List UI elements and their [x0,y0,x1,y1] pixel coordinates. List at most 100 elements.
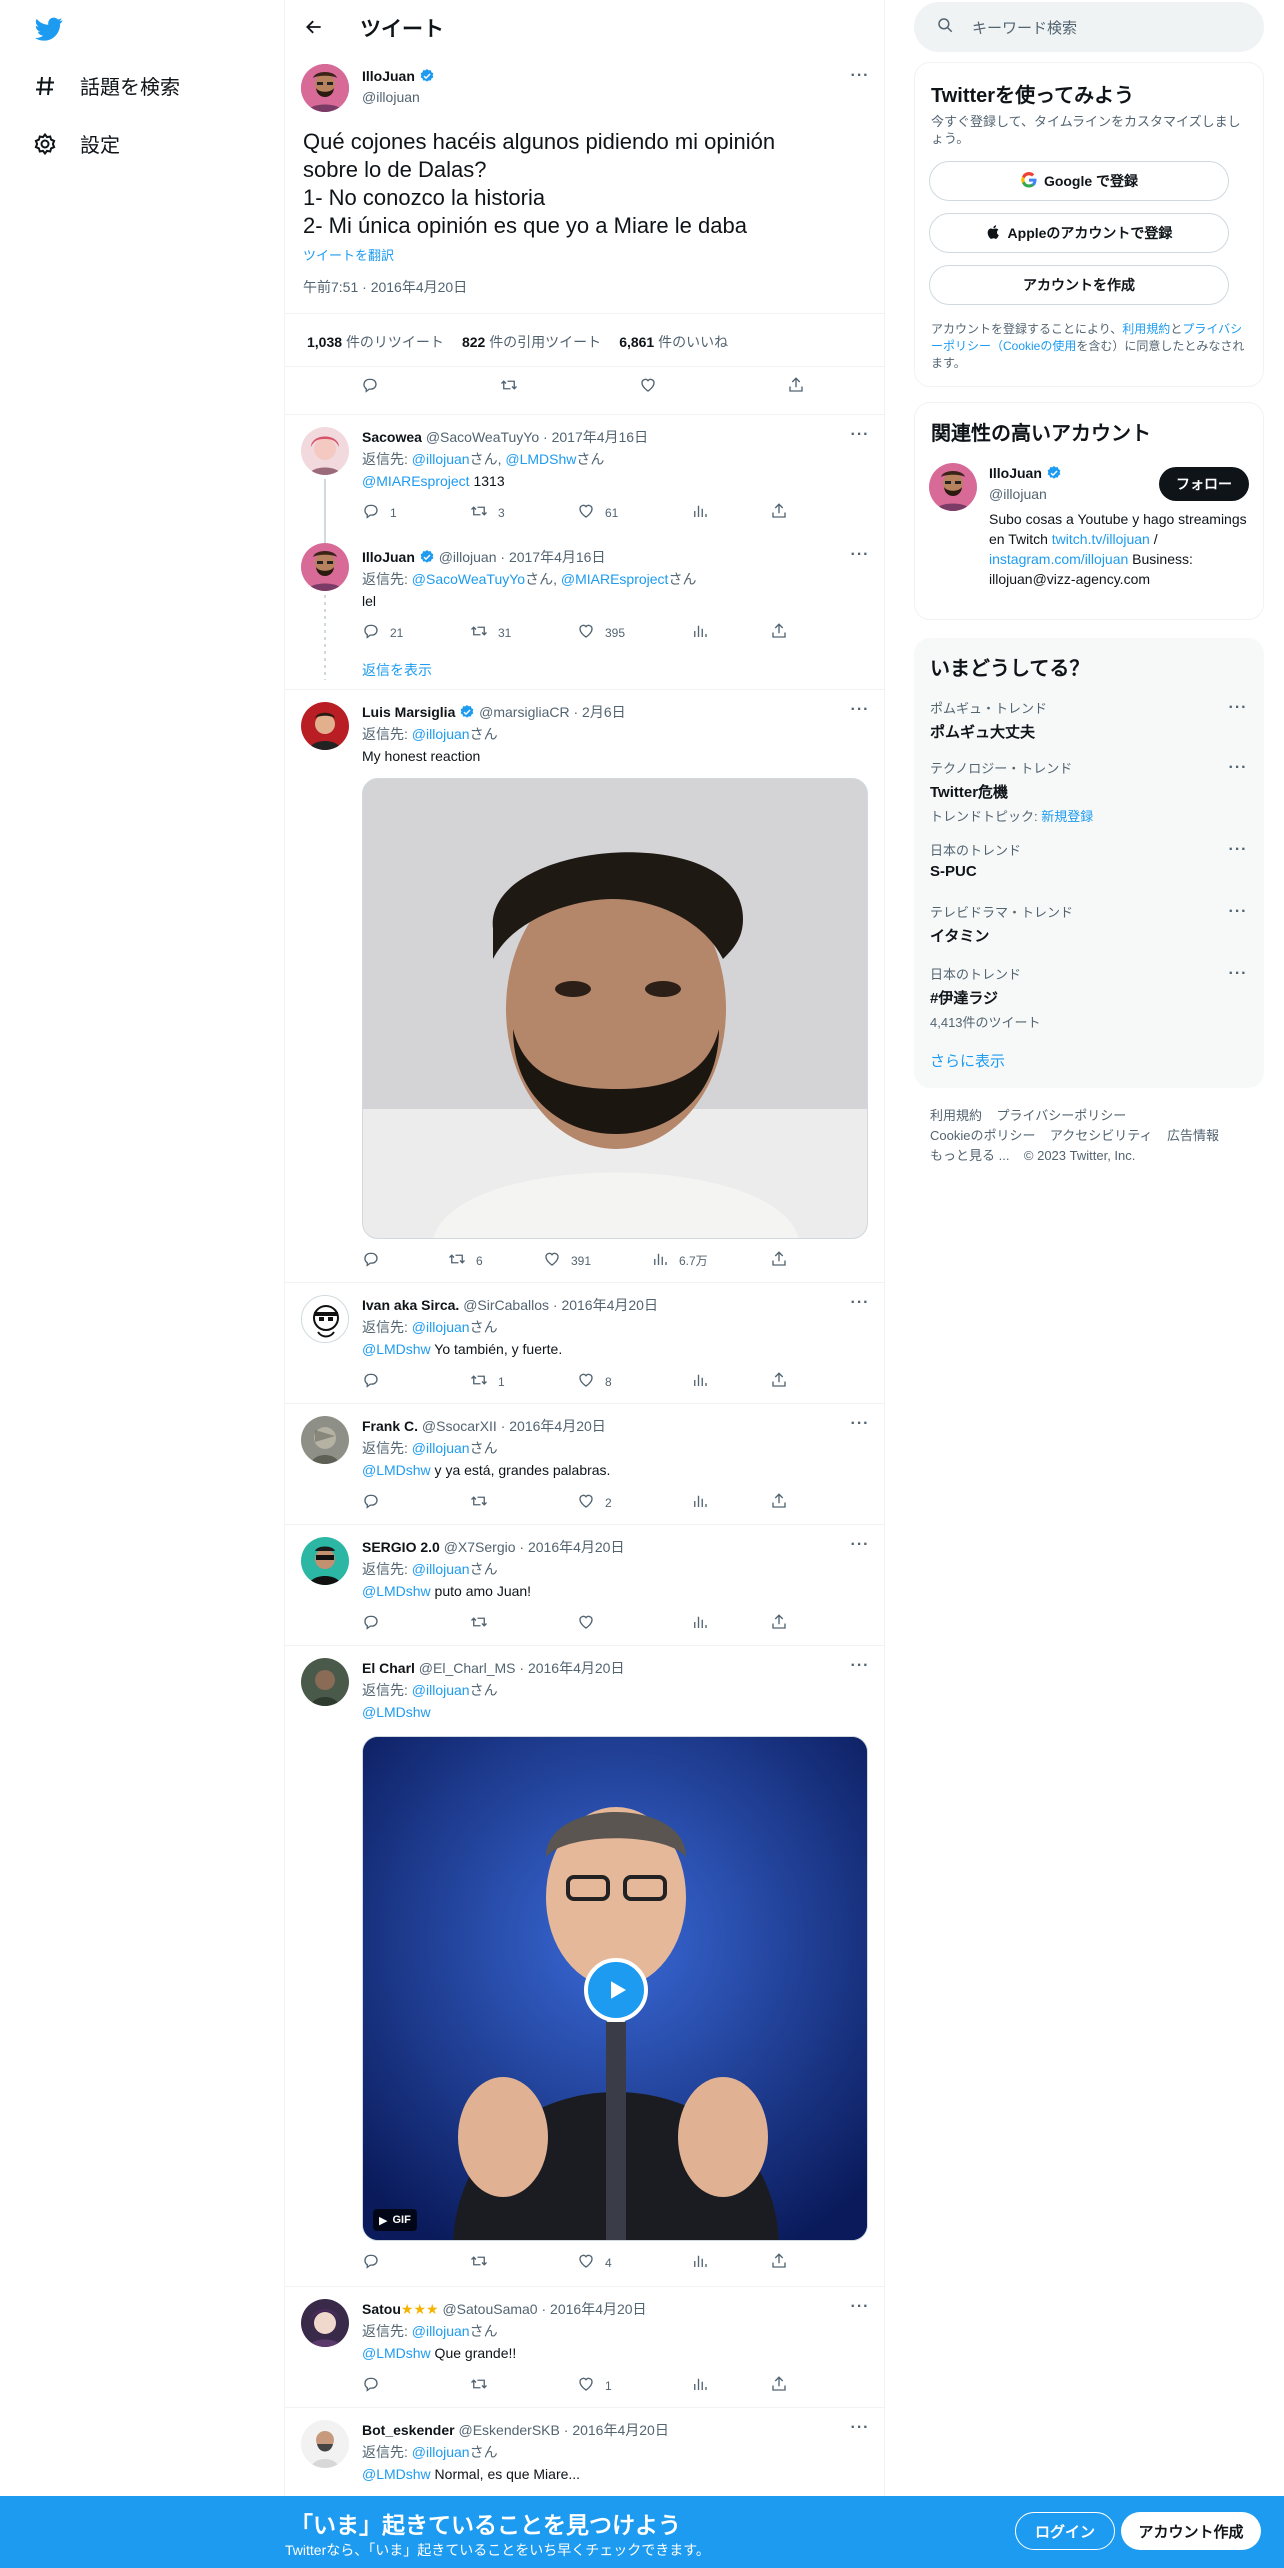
reply-date[interactable]: 2017年4月16日 [509,549,606,565]
related-account-name-row[interactable]: IlloJuan [989,465,1062,481]
mention-link[interactable]: @illojuan [412,726,470,742]
create-account-button[interactable]: アカウントを作成 [929,265,1229,305]
retweet-button[interactable] [470,1613,488,1634]
back-arrow-icon[interactable] [301,14,327,40]
more-options-icon[interactable]: ··· [1226,904,1250,926]
like-count[interactable]: 6,861 件のいいね [619,332,728,352]
mention-link[interactable]: @LMDshw [362,2466,431,2482]
reply-tweet[interactable]: Bot_eskender @EskenderSKB · 2016年4月20日 ·… [285,2408,885,2496]
reply-author-name[interactable]: Luis Marsiglia [362,704,455,720]
like-button[interactable]: 395 [577,622,625,643]
avatar[interactable] [301,427,349,475]
avatar[interactable] [301,1416,349,1464]
reply-tweet[interactable]: Sacowea @SacoWeaTuyYo · 2017年4月16日 ··· 返… [285,415,885,574]
share-button[interactable] [770,502,788,523]
mention-link[interactable]: @illojuan [412,1319,470,1335]
reply-button[interactable] [362,1613,380,1634]
show-more-trends-link[interactable]: さらに表示 [930,1050,1005,1071]
reply-button[interactable] [362,1492,380,1513]
reply-author-name[interactable]: Sacowea [362,429,422,445]
more-options-icon[interactable]: ··· [848,1295,872,1317]
views-button[interactable] [691,2375,709,2396]
share-button[interactable] [770,1492,788,1513]
more-options-icon[interactable]: ··· [848,1416,872,1438]
mention-link[interactable]: @LMDshw [362,1583,431,1599]
related-account-handle[interactable]: @illojuan [989,486,1047,502]
views-button[interactable] [691,622,709,643]
mention-link[interactable]: @LMDshw [362,1704,431,1720]
reply-date[interactable]: 2016年4月20日 [572,2422,669,2438]
reply-date[interactable]: 2016年4月20日 [509,1418,606,1434]
avatar[interactable] [301,1658,349,1706]
reply-date[interactable]: 2月6日 [582,704,626,720]
author-name-row[interactable]: IlloJuan [362,68,435,84]
reply-author-name[interactable]: SERGIO 2.0 [362,1539,440,1555]
reply-photo[interactable] [362,778,868,1239]
footer-link-ads-info[interactable]: 広告情報 [1167,1128,1219,1143]
reply-author-handle[interactable]: @SacoWeaTuyYo [426,429,539,445]
reply-tweet[interactable]: SERGIO 2.0 @X7Sergio · 2016年4月20日 ··· 返信… [285,1525,885,1645]
share-button[interactable] [770,2252,788,2273]
avatar[interactable] [301,1295,349,1343]
mention-link[interactable]: @LMDshw [362,1341,431,1357]
retweet-button[interactable] [470,1492,488,1513]
avatar[interactable] [301,702,349,750]
share-button[interactable] [770,1613,788,1634]
mention-link[interactable]: @MIAREsproject [561,571,669,587]
play-button-icon[interactable] [584,1958,648,2022]
views-button[interactable] [691,1492,709,1513]
bio-link[interactable]: instagram.com/illojuan [989,551,1128,567]
reply-tweet[interactable]: El Charl @El_Charl_MS · 2016年4月20日 ··· 返… [285,1646,885,2286]
retweet-button[interactable]: 6 [448,1250,483,1271]
more-options-icon[interactable]: ··· [848,2420,872,2442]
reply-date[interactable]: 2016年4月20日 [528,1660,625,1676]
reply-date[interactable]: 2016年4月20日 [550,2301,647,2317]
mention-link[interactable]: @illojuan [412,451,470,467]
like-button[interactable]: 1 [577,2375,612,2396]
reply-button[interactable] [362,1371,390,1392]
views-button[interactable] [691,1613,709,1634]
author-name[interactable]: IlloJuan [362,68,415,84]
reply-author-name[interactable]: IlloJuan [362,549,415,565]
bio-link[interactable]: twitch.tv/illojuan [1052,531,1150,547]
reply-author-name[interactable]: Ivan aka Sirca. [362,1297,459,1313]
mention-link[interactable]: @LMDshw [362,1462,431,1478]
nav-explore[interactable]: 話題を検索 [32,71,180,100]
more-options-icon[interactable]: ··· [1226,700,1250,722]
trend-item[interactable]: テレビドラマ・トレンド イタミン ··· [930,902,1250,946]
footer-link-more[interactable]: もっと見る ... [930,1148,1009,1163]
show-replies-link[interactable]: 返信を表示 [362,660,432,680]
follow-button[interactable]: フォロー [1159,467,1249,501]
views-button[interactable]: 6.7万 [651,1250,708,1271]
reply-author-handle[interactable]: @marsigliaCR [479,704,569,720]
search-box[interactable]: キーワード検索 [914,2,1264,52]
footer-link-privacy[interactable]: プライバシーポリシー [996,1108,1126,1123]
share-button[interactable] [770,1371,788,1392]
mention-link[interactable]: @LMDShw [505,451,576,467]
trend-item[interactable]: テクノロジー・トレンド Twitter危機 トレンドトピック: 新規登録 ··· [930,758,1250,825]
google-signup-button[interactable]: Google で登録 [929,161,1229,201]
login-button[interactable]: ログイン [1015,2512,1115,2550]
more-options-icon[interactable]: ··· [848,1658,872,1680]
share-button[interactable] [770,1250,788,1271]
more-options-icon[interactable]: ··· [848,68,872,90]
avatar[interactable] [929,463,977,511]
like-button[interactable]: 391 [543,1250,591,1271]
reply-date[interactable]: 2016年4月20日 [528,1539,625,1555]
avatar[interactable] [301,2299,349,2347]
views-button[interactable] [691,502,709,523]
like-button[interactable]: 61 [577,502,618,523]
retweet-button[interactable] [470,2375,488,2396]
more-options-icon[interactable]: ··· [1226,842,1250,864]
apple-signup-button[interactable]: Appleのアカウントで登録 [929,213,1229,253]
reply-tweet[interactable]: Luis Marsiglia @marsigliaCR · 2月6日 ··· 返… [285,690,885,1282]
reply-date[interactable]: 2016年4月20日 [561,1297,658,1313]
trend-subtitle-link[interactable]: 新規登録 [1041,809,1093,824]
reply-tweet[interactable]: Frank C. @SsocarXII · 2016年4月20日 ··· 返信先… [285,1404,885,1524]
reply-author-handle[interactable]: @SirCaballos [463,1297,549,1313]
retweet-button[interactable]: 1 [470,1371,505,1392]
reply-author-handle[interactable]: @SatouSama0 [442,2301,537,2317]
reply-author-name[interactable]: Satou [362,2301,401,2317]
reply-author-name[interactable]: Frank C. [362,1418,418,1434]
retweet-button[interactable] [470,2252,488,2273]
